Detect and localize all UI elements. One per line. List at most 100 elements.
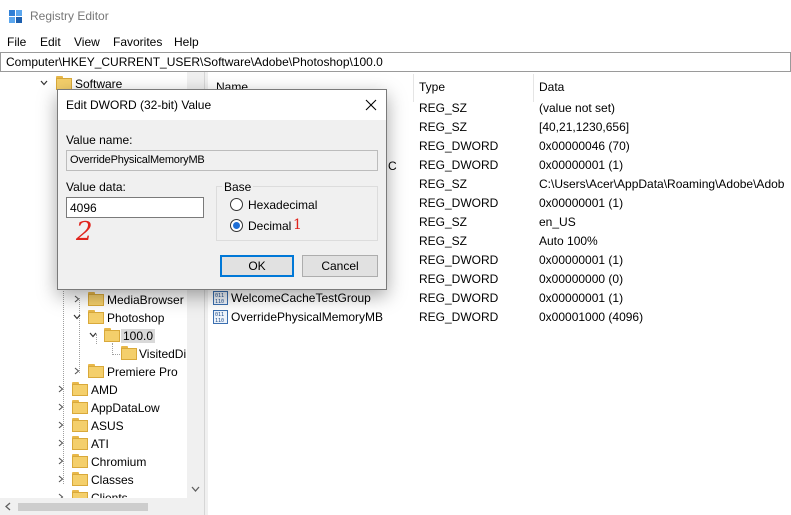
value-data-label: Value data: xyxy=(66,180,126,194)
tree-item-label: 100.0 xyxy=(121,329,156,343)
menu-favorites[interactable]: Favorites xyxy=(113,35,162,49)
address-bar[interactable]: Computer\HKEY_CURRENT_USER\Software\Adob… xyxy=(0,52,791,72)
dword-value-icon: 011 110 xyxy=(213,291,228,305)
folder-icon xyxy=(88,364,104,378)
folder-icon xyxy=(72,400,88,414)
tree-item-classes[interactable]: Classes xyxy=(57,471,187,489)
folder-icon xyxy=(121,346,137,360)
column-divider[interactable] xyxy=(533,74,534,102)
hexadecimal-label[interactable]: Hexadecimal xyxy=(248,198,317,212)
tree-item-chromium[interactable]: Chromium xyxy=(57,453,187,471)
tree-item-premiere-pro[interactable]: Premiere Pro xyxy=(73,363,200,381)
value-type: REG_DWORD xyxy=(419,310,499,324)
tree-item-label: AMD xyxy=(91,383,118,397)
value-data: [40,21,1230,656] xyxy=(539,120,630,134)
chevron-right-icon[interactable] xyxy=(73,367,81,375)
folder-icon xyxy=(72,436,88,450)
tree-item-label: ASUS xyxy=(91,419,124,433)
tree-item-label: MediaBrowser xyxy=(107,293,184,307)
value-data: 0x00001000 (4096) xyxy=(539,310,644,324)
value-data: Auto 100% xyxy=(539,234,598,248)
dialog-title: Edit DWORD (32-bit) Value xyxy=(66,98,212,112)
column-divider[interactable] xyxy=(413,74,414,102)
address-path: Computer\HKEY_CURRENT_USER\Software\Adob… xyxy=(6,55,383,69)
window-title: Registry Editor xyxy=(30,9,109,23)
title-bar xyxy=(0,0,791,32)
value-type: REG_DWORD xyxy=(419,291,499,305)
decimal-label[interactable]: Decimal xyxy=(248,219,291,233)
ok-button[interactable]: OK xyxy=(220,255,294,277)
folder-icon xyxy=(56,76,72,90)
chevron-right-icon[interactable] xyxy=(57,385,65,393)
value-name-label: Value name: xyxy=(66,133,133,147)
value-type: REG_SZ xyxy=(419,234,468,248)
value-type: REG_DWORD xyxy=(419,272,499,286)
value-data: 0x00000001 (1) xyxy=(539,291,624,305)
cancel-button[interactable]: Cancel xyxy=(302,255,378,277)
tree-item-mediabrowser[interactable]: MediaBrowser xyxy=(73,291,200,309)
value-data-text: 4096 xyxy=(70,201,97,215)
dialog-title-bar: Edit DWORD (32-bit) Value xyxy=(58,90,386,120)
scroll-left-arrow-icon[interactable] xyxy=(5,502,11,511)
tree-item-asus[interactable]: ASUS xyxy=(57,417,187,435)
chevron-down-icon[interactable] xyxy=(40,79,48,87)
dword-value-icon: 011 110 xyxy=(213,310,228,324)
registry-editor-icon xyxy=(9,10,22,23)
tree-item-label: Chromium xyxy=(91,455,147,469)
tree-item-amd[interactable]: AMD xyxy=(57,381,187,399)
chevron-right-icon[interactable] xyxy=(57,403,65,411)
chevron-right-icon[interactable] xyxy=(57,439,65,447)
folder-icon xyxy=(88,292,104,306)
value-data: 0x00000001 (1) xyxy=(539,196,624,210)
tree-item-label: Classes xyxy=(91,473,134,487)
scroll-down-arrow-icon[interactable] xyxy=(191,486,200,492)
chevron-down-icon[interactable] xyxy=(89,331,97,339)
chevron-down-icon[interactable] xyxy=(73,313,81,321)
folder-icon xyxy=(88,310,104,324)
value-type: REG_SZ xyxy=(419,177,468,191)
tree-item-ati[interactable]: ATI xyxy=(57,435,187,453)
value-data: en_US xyxy=(539,215,576,229)
chevron-right-icon[interactable] xyxy=(57,475,65,483)
value-type: REG_DWORD xyxy=(419,139,499,153)
tree-item-appdatalow[interactable]: AppDataLow xyxy=(57,399,187,417)
tree-item-100-0[interactable]: 100.0 xyxy=(89,327,199,345)
close-icon[interactable] xyxy=(362,96,380,114)
menu-bar: File Edit View Favorites Help xyxy=(0,32,791,52)
value-type: REG_SZ xyxy=(419,215,468,229)
tree-item-label: AppDataLow xyxy=(91,401,160,415)
chevron-right-icon[interactable] xyxy=(57,457,65,465)
folder-icon xyxy=(72,454,88,468)
decimal-radio[interactable] xyxy=(230,219,243,232)
value-name: WelcomeCacheTestGroup xyxy=(231,291,371,305)
scrollbar-thumb[interactable] xyxy=(18,503,148,511)
menu-edit[interactable]: Edit xyxy=(40,35,61,49)
value-data: 0x00000001 (1) xyxy=(539,158,624,172)
folder-icon xyxy=(72,472,88,486)
hexadecimal-radio[interactable] xyxy=(230,198,243,211)
value-data: C:\Users\Acer\AppData\Roaming\Adobe\Adob xyxy=(539,177,785,191)
menu-file[interactable]: File xyxy=(7,35,26,49)
base-label: Base xyxy=(222,180,254,194)
value-name-text: OverridePhysicalMemoryMB xyxy=(70,154,205,166)
tree-item-photoshop[interactable]: Photoshop xyxy=(73,309,200,327)
value-type: REG_SZ xyxy=(419,120,468,134)
menu-view[interactable]: View xyxy=(74,35,100,49)
value-row[interactable]: 011 110 WelcomeCacheTestGroup REG_DWORD … xyxy=(208,289,791,308)
tree-item-label: ATI xyxy=(91,437,109,451)
value-type: REG_DWORD xyxy=(419,196,499,210)
edit-dword-dialog: Edit DWORD (32-bit) Value Value name: Ov… xyxy=(57,89,387,290)
folder-icon xyxy=(72,382,88,396)
svg-text:110: 110 xyxy=(215,318,224,324)
annotation-2: 2 xyxy=(76,217,93,247)
value-data-input[interactable]: 4096 xyxy=(66,197,204,218)
column-header-type[interactable]: Type xyxy=(419,80,445,94)
tree-item-label: Premiere Pro xyxy=(107,365,178,379)
value-name-field: OverridePhysicalMemoryMB xyxy=(66,150,378,171)
menu-help[interactable]: Help xyxy=(174,35,199,49)
column-header-data[interactable]: Data xyxy=(539,80,564,94)
chevron-right-icon[interactable] xyxy=(57,421,65,429)
chevron-right-icon[interactable] xyxy=(73,295,81,303)
value-row[interactable]: 011 110 OverridePhysicalMemoryMB REG_DWO… xyxy=(208,308,791,327)
value-type: REG_DWORD xyxy=(419,158,499,172)
